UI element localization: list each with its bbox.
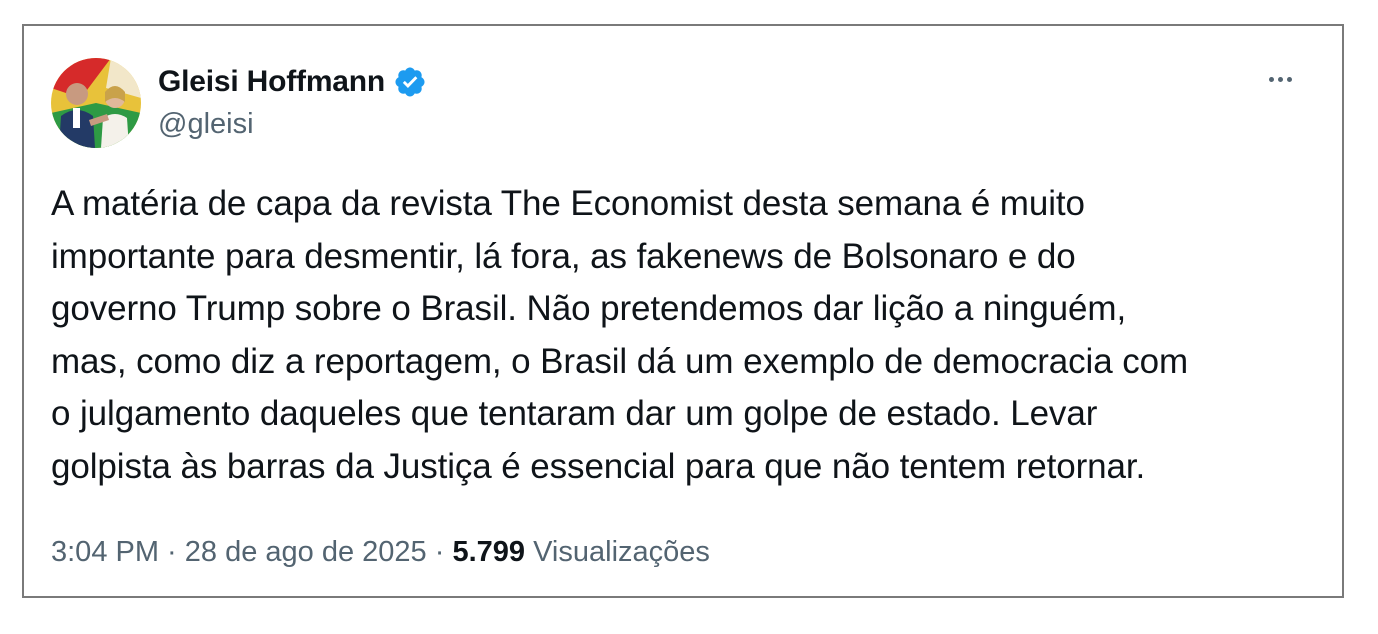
more-horizontal-icon-dot	[1286, 76, 1292, 82]
author-row: Gleisi Hoffmann	[158, 60, 427, 104]
tweet-text: A matéria de capa da revista The Economi…	[51, 184, 1189, 486]
views-count: 5.799	[452, 536, 526, 568]
views-label: Visualizações	[533, 536, 710, 568]
meta-separator: ·	[159, 536, 185, 568]
author-name[interactable]: Gleisi Hoffmann	[158, 65, 385, 99]
avatar-image	[51, 58, 141, 148]
more-horizontal-icon	[1268, 76, 1274, 82]
author-handle[interactable]: @gleisi	[158, 108, 254, 141]
verified-badge-icon	[393, 65, 427, 99]
more-horizontal-icon-dot	[1277, 76, 1283, 82]
tweet-card: Gleisi Hoffmann @gleisi A matéria de cap…	[22, 24, 1344, 598]
tweet-time[interactable]: 3:04 PM	[51, 536, 159, 568]
tweet-date[interactable]: 28 de ago de 2025	[185, 536, 427, 568]
avatar[interactable]	[51, 58, 141, 148]
more-options-button[interactable]	[1260, 64, 1300, 94]
meta-separator: ·	[426, 536, 453, 568]
tweet-meta: 3:04 PM · 28 de ago de 2025 · 5.799 Visu…	[51, 536, 710, 569]
